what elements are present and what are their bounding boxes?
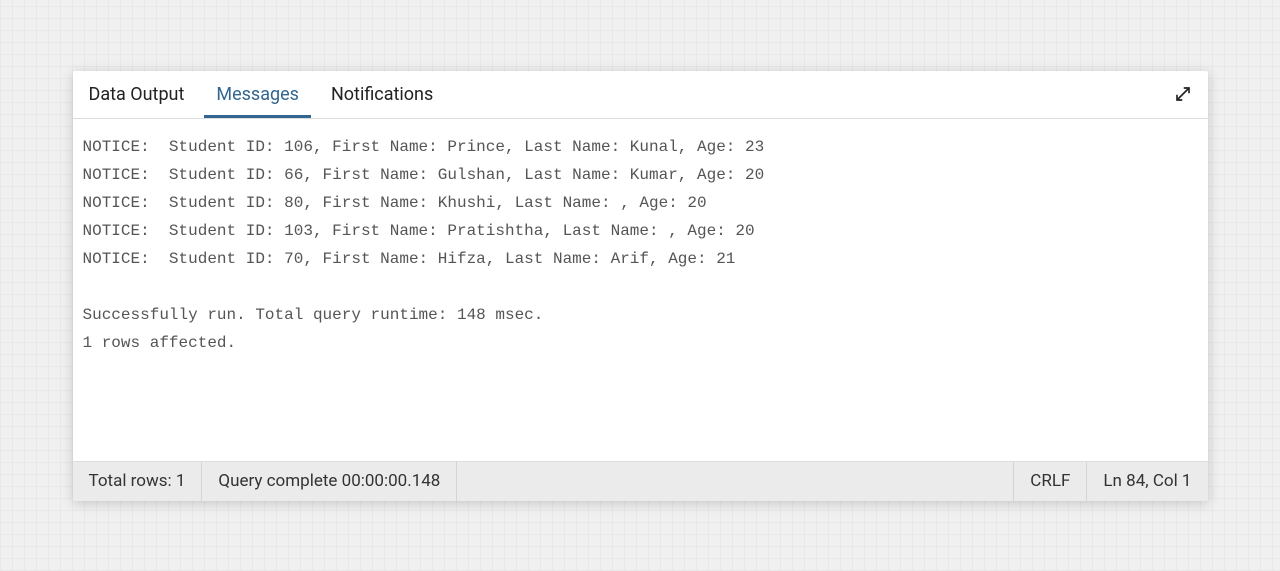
- summary-runtime: Successfully run. Total query runtime: 1…: [83, 306, 544, 324]
- status-total-rows: Total rows: 1: [73, 462, 203, 501]
- output-tabs: Data Output Messages Notifications: [73, 71, 1208, 119]
- query-output-panel: Data Output Messages Notifications NOTIC…: [73, 71, 1208, 501]
- notice-line: NOTICE: Student ID: 103, First Name: Pra…: [83, 222, 755, 240]
- notice-line: NOTICE: Student ID: 66, First Name: Guls…: [83, 166, 765, 184]
- expand-icon[interactable]: [1160, 75, 1206, 113]
- status-bar: Total rows: 1 Query complete 00:00:00.14…: [73, 461, 1208, 501]
- status-cursor-position: Ln 84, Col 1: [1087, 462, 1207, 501]
- tab-data-output[interactable]: Data Output: [75, 72, 199, 117]
- messages-output: NOTICE: Student ID: 106, First Name: Pri…: [73, 119, 1208, 461]
- notice-line: NOTICE: Student ID: 70, First Name: Hifz…: [83, 250, 736, 268]
- summary-rows-affected: 1 rows affected.: [83, 334, 237, 352]
- status-query-complete: Query complete 00:00:00.148: [202, 462, 457, 501]
- tab-messages[interactable]: Messages: [202, 72, 313, 117]
- tab-notifications[interactable]: Notifications: [317, 72, 447, 117]
- notice-line: NOTICE: Student ID: 106, First Name: Pri…: [83, 138, 765, 156]
- notice-line: NOTICE: Student ID: 80, First Name: Khus…: [83, 194, 707, 212]
- status-line-ending[interactable]: CRLF: [1014, 462, 1087, 501]
